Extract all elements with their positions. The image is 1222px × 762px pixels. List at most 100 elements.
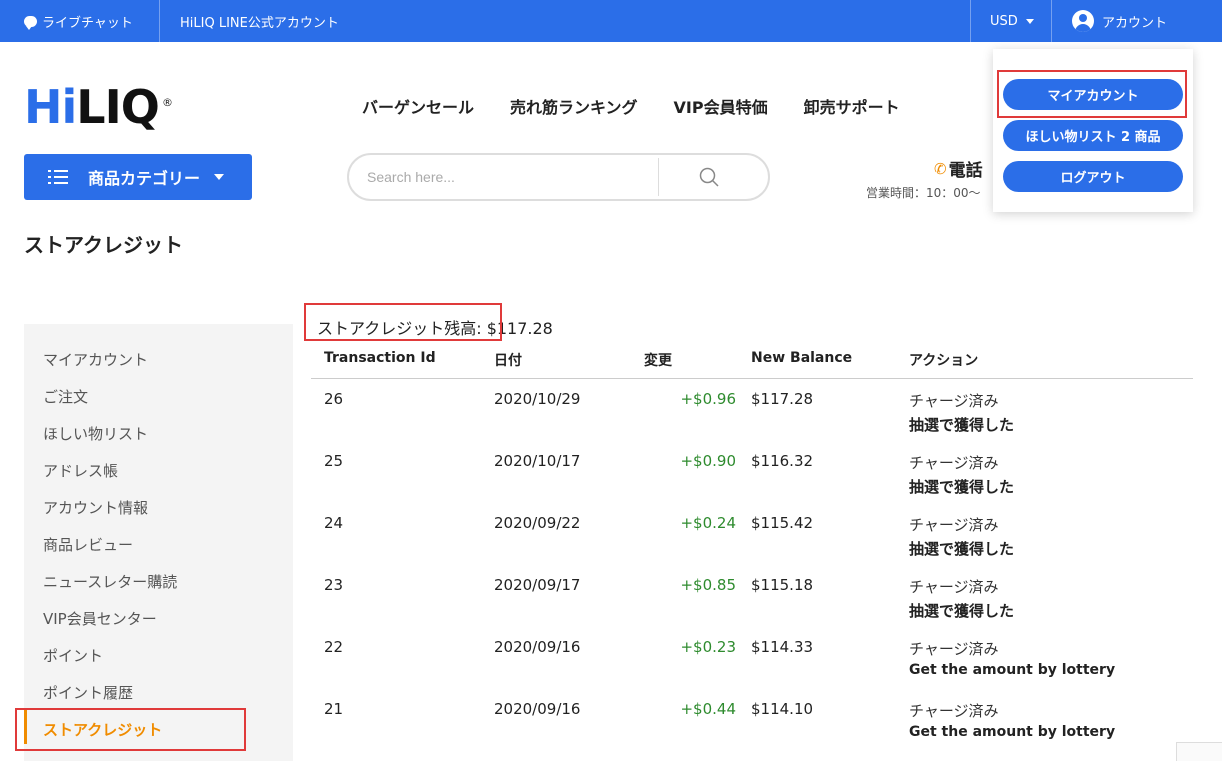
category-button[interactable]: 商品カテゴリー	[24, 154, 252, 200]
line-account-link[interactable]: HiLIQ LINE公式アカウント	[180, 0, 339, 42]
cell-date: 2020/09/17	[494, 576, 581, 594]
sidebar-item-store-credit[interactable]: ストアクレジット	[43, 719, 162, 740]
live-chat-label: ライブチャット	[42, 15, 133, 31]
cell-balance: $115.18	[751, 576, 814, 594]
chat-icon	[24, 15, 37, 30]
nav-wholesale[interactable]: 卸売サポート	[804, 94, 900, 118]
logo-liq: LIQ	[76, 80, 160, 134]
header-change: 変更	[644, 353, 672, 369]
sidebar-item-account-info[interactable]: アカウント情報	[43, 497, 148, 518]
divider	[1051, 0, 1052, 42]
account-dropdown: マイアカウント ほしい物リスト 2 商品 ログアウト	[993, 49, 1193, 212]
cell-id: 21	[324, 700, 344, 718]
cell-balance: $114.33	[751, 638, 814, 656]
scroll-to-top-button[interactable]	[1176, 742, 1222, 761]
chevron-down-icon	[1025, 18, 1034, 24]
sidebar-item-vip-center[interactable]: VIP会員センター	[43, 608, 157, 629]
table-row: 24 2020/09/22 +$0.24 $115.42 チャージ済み 抽選で獲…	[311, 514, 1193, 576]
site-logo[interactable]: Hi LIQ ®	[24, 80, 173, 134]
cell-change: +$0.23	[680, 638, 736, 656]
header-transaction-id: Transaction Id	[324, 350, 436, 366]
header-date: 日付	[494, 353, 522, 369]
search-icon[interactable]	[699, 167, 719, 187]
main-nav: バーゲンセール 売れ筋ランキング VIP会員特価 卸売サポート	[362, 94, 900, 118]
nav-ranking[interactable]: 売れ筋ランキング	[510, 94, 638, 118]
cell-note: 抽選で獲得した	[909, 416, 1015, 434]
phone-label: 電話	[948, 161, 983, 181]
table-row: 26 2020/10/29 +$0.96 $117.28 チャージ済み 抽選で獲…	[311, 390, 1193, 452]
cell-status: チャージ済み	[909, 640, 999, 658]
my-account-button[interactable]: マイアカウント	[1003, 79, 1183, 110]
phone-contact[interactable]: ✆ 電話	[934, 156, 983, 182]
cell-id: 24	[324, 514, 344, 532]
cell-date: 2020/09/16	[494, 700, 581, 718]
business-hours: 営業時間：10：00〜	[866, 186, 981, 200]
cell-id: 22	[324, 638, 344, 656]
registered-mark: ®	[162, 96, 173, 109]
cell-balance: $115.42	[751, 514, 814, 532]
phone-icon: ✆	[934, 159, 947, 178]
cell-change: +$0.24	[680, 514, 736, 532]
header-action: アクション	[909, 353, 979, 369]
header-new-balance: New Balance	[751, 350, 853, 366]
store-credit-balance: ストアクレジット残高: $117.28	[317, 315, 553, 339]
category-label: 商品カテゴリー	[88, 169, 201, 188]
user-icon	[1072, 10, 1094, 32]
search-box	[347, 153, 770, 201]
cell-id: 26	[324, 390, 344, 408]
cell-status: チャージ済み	[909, 392, 999, 410]
cell-status: チャージ済み	[909, 516, 999, 534]
nav-vip-price[interactable]: VIP会員特価	[674, 94, 768, 118]
sidebar-item-wishlist[interactable]: ほしい物リスト	[43, 423, 148, 444]
top-bar: ライブチャット HiLIQ LINE公式アカウント USD アカウント	[0, 0, 1222, 42]
table-row: 25 2020/10/17 +$0.90 $116.32 チャージ済み 抽選で獲…	[311, 452, 1193, 514]
cell-id: 25	[324, 452, 344, 470]
live-chat-link[interactable]: ライブチャット	[24, 0, 133, 42]
table-row: 23 2020/09/17 +$0.85 $115.18 チャージ済み 抽選で獲…	[311, 576, 1193, 638]
wishlist-button[interactable]: ほしい物リスト 2 商品	[1003, 120, 1183, 151]
cell-change: +$0.44	[680, 700, 736, 718]
list-icon	[48, 170, 68, 184]
cell-note: 抽選で獲得した	[909, 602, 1015, 620]
cell-date: 2020/10/29	[494, 390, 581, 408]
balance-label: ストアクレジット残高:	[317, 319, 482, 338]
account-label: アカウント	[1102, 15, 1168, 31]
cell-status: チャージ済み	[909, 578, 999, 596]
active-indicator	[24, 710, 27, 744]
logout-button[interactable]: ログアウト	[1003, 161, 1183, 192]
cell-id: 23	[324, 576, 344, 594]
divider	[159, 0, 160, 42]
cell-balance: $117.28	[751, 390, 814, 408]
search-input[interactable]	[367, 166, 647, 188]
page-title: ストアクレジット	[24, 233, 183, 257]
nav-bargain-sale[interactable]: バーゲンセール	[362, 94, 474, 118]
chevron-down-icon	[214, 174, 225, 180]
cell-date: 2020/09/22	[494, 514, 581, 532]
sidebar-item-newsletter[interactable]: ニュースレター購読	[43, 571, 177, 592]
balance-amount: $117.28	[486, 319, 553, 338]
search-divider	[658, 158, 659, 196]
cell-note: Get the amount by lottery	[909, 662, 1116, 678]
account-sidebar: マイアカウント ご注文 ほしい物リスト アドレス帳 アカウント情報 商品レビュー…	[24, 324, 293, 761]
cell-date: 2020/10/17	[494, 452, 581, 470]
account-menu-toggle[interactable]: アカウント	[1072, 0, 1167, 42]
sidebar-item-my-account[interactable]: マイアカウント	[43, 349, 148, 370]
cell-note: 抽選で獲得した	[909, 540, 1015, 558]
cell-balance: $114.10	[751, 700, 814, 718]
cell-date: 2020/09/16	[494, 638, 581, 656]
cell-note: Get the amount by lottery	[909, 724, 1116, 740]
sidebar-item-reviews[interactable]: 商品レビュー	[43, 534, 133, 555]
sidebar-item-orders[interactable]: ご注文	[43, 386, 88, 407]
currency-label: USD	[990, 13, 1018, 29]
cell-change: +$0.90	[680, 452, 736, 470]
logo-hi: Hi	[24, 80, 77, 134]
sidebar-item-address-book[interactable]: アドレス帳	[43, 460, 118, 481]
cell-balance: $116.32	[751, 452, 814, 470]
sidebar-item-points-history[interactable]: ポイント履歴	[43, 682, 133, 703]
table-row: 22 2020/09/16 +$0.23 $114.33 チャージ済み Get …	[311, 638, 1193, 700]
cell-change: +$0.85	[680, 576, 736, 594]
cell-change: +$0.96	[680, 390, 736, 408]
currency-selector[interactable]: USD	[990, 0, 1034, 42]
cell-status: チャージ済み	[909, 702, 999, 720]
sidebar-item-points[interactable]: ポイント	[43, 645, 103, 666]
